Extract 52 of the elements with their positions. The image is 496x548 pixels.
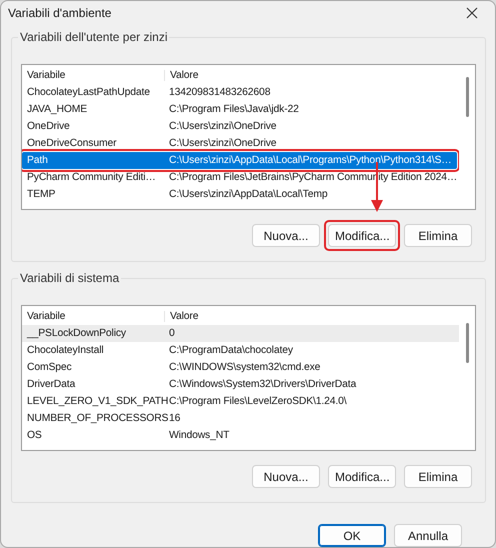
- list-row[interactable]: Path C:\Users\zinzi\AppData\Local\Programs\Python\Python314\S…: [22, 152, 457, 169]
- action-button[interactable]: Nuova...: [252, 465, 320, 488]
- action-button[interactable]: Nuova...: [252, 224, 320, 247]
- list-row[interactable]: ChocolateyLastPathUpdate 134209831483262608: [22, 84, 459, 101]
- action-button[interactable]: Modifica...: [328, 224, 396, 247]
- variable-name: DriverData: [26, 379, 76, 390]
- column-header[interactable]: Variabile: [22, 70, 164, 80]
- variable-name: PyCharm Community Editi…: [26, 172, 157, 183]
- variable-name: JAVA_HOME: [26, 104, 88, 115]
- window-title: Variabili d'ambiente: [8, 6, 112, 20]
- action-button[interactable]: Elimina: [404, 465, 472, 488]
- variable-value: C:\Users\zinzi\OneDrive: [168, 138, 278, 149]
- variable-value: C:\WINDOWS\system32\cmd.exe: [168, 362, 322, 373]
- variable-name: OneDriveConsumer: [26, 138, 118, 149]
- variable-value: 0: [168, 328, 176, 339]
- variable-value: C:\Users\zinzi\AppData\Local\Temp: [168, 189, 328, 200]
- variable-name: OS: [26, 430, 43, 441]
- list-row[interactable]: __PSLockDownPolicy 0: [22, 325, 459, 342]
- variable-name: TEMP: [26, 189, 56, 200]
- scrollbar-thumb[interactable]: [466, 323, 468, 363]
- list-row[interactable]: ChocolateyInstall C:\ProgramData\chocolatey: [22, 342, 459, 359]
- variable-value: C:\Windows\System32\Drivers\DriverData: [168, 379, 358, 390]
- variable-name: Path: [26, 155, 49, 166]
- action-button[interactable]: Modifica...: [328, 465, 396, 488]
- variable-value: C:\Program Files\Java\jdk-22: [168, 104, 300, 115]
- list-row[interactable]: OS Windows_NT: [22, 427, 459, 444]
- list-row[interactable]: OneDrive C:\Users\zinzi\OneDrive: [22, 118, 459, 135]
- column-header[interactable]: Variabile: [22, 310, 164, 322]
- variable-name: ChocolateyInstall: [26, 345, 105, 356]
- variable-value: Windows_NT: [168, 430, 230, 441]
- variable-value: C:\ProgramData\chocolatey: [168, 345, 294, 356]
- variable-name: ComSpec: [26, 362, 73, 373]
- variable-value: C:\Users\zinzi\OneDrive: [168, 121, 278, 132]
- action-button[interactable]: Elimina: [404, 224, 472, 247]
- variable-name: __PSLockDownPolicy: [26, 328, 127, 339]
- list-row[interactable]: ComSpec C:\WINDOWS\system32\cmd.exe: [22, 359, 459, 376]
- variable-value: C:\Users\zinzi\AppData\Local\Programs\Python\Python314\S…: [168, 155, 453, 166]
- list-row[interactable]: DriverData C:\Windows\System32\Drivers\DriverData: [22, 376, 459, 393]
- scrollbar-thumb[interactable]: [466, 77, 468, 117]
- variable-value: 134209831483262608: [168, 87, 272, 98]
- close-icon: [466, 7, 478, 19]
- list-row[interactable]: NUMBER_OF_PROCESSORS16: [22, 410, 459, 427]
- list-row[interactable]: JAVA_HOME C:\Program Files\Java\jdk-22: [22, 101, 459, 118]
- variable-name: ChocolateyLastPathUpdate: [26, 87, 151, 98]
- group-title: Variabili di sistema: [18, 271, 122, 285]
- dialog-button[interactable]: Annulla: [394, 524, 462, 547]
- list-row[interactable]: TEMP C:\Users\zinzi\AppData\Local\Temp: [22, 186, 459, 203]
- dialog-button[interactable]: OK: [318, 524, 386, 547]
- list-row[interactable]: LEVEL_ZERO_V1_SDK_PATHC:\Program Files\LevelZeroSDK\1.24.0\: [22, 393, 459, 410]
- variable-name: OneDrive: [26, 121, 71, 132]
- list-row[interactable]: OneDriveConsumer C:\Users\zinzi\OneDrive: [22, 135, 459, 152]
- group-title: Variabili dell'utente per zinzi: [18, 30, 170, 44]
